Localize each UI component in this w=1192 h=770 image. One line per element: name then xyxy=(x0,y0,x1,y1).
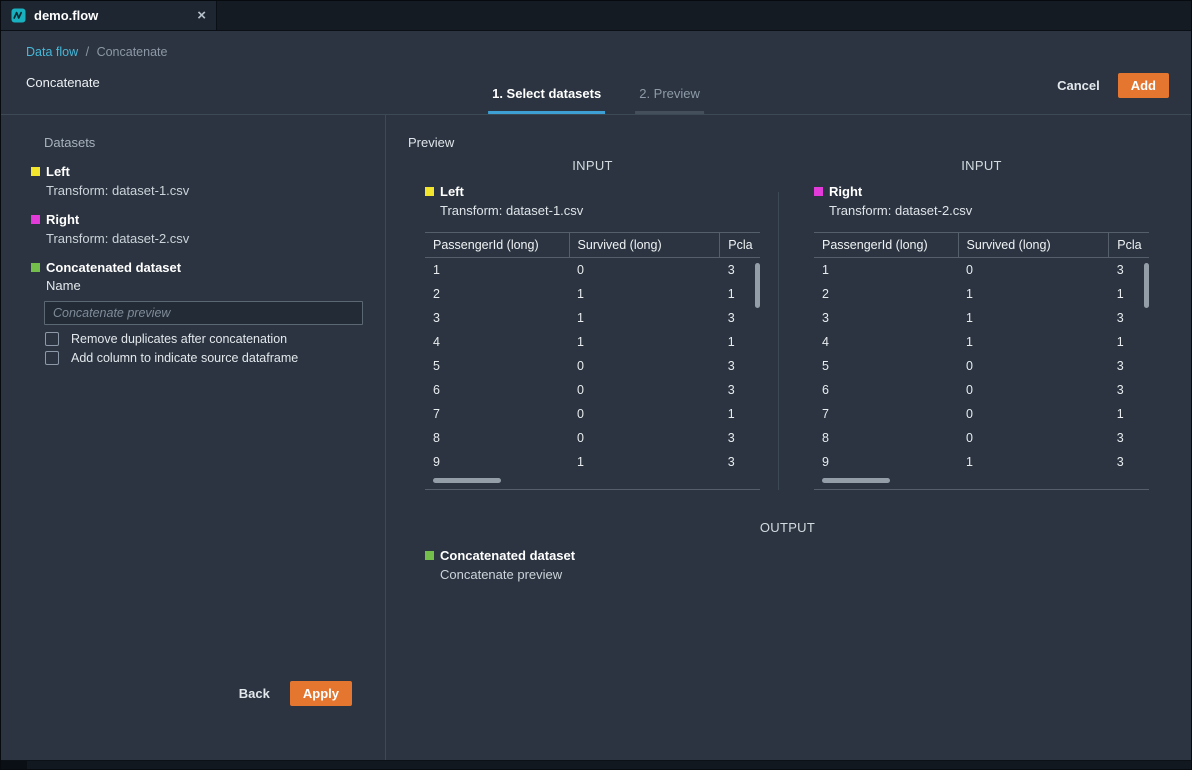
table-row: 9 1 3 xyxy=(814,450,1149,474)
tab-select-datasets[interactable]: 1. Select datasets xyxy=(488,86,605,114)
tab-title: demo.flow xyxy=(34,8,98,23)
breadcrumb: Data flow / Concatenate xyxy=(26,45,167,59)
page-title: Concatenate xyxy=(26,75,100,90)
sidebar-footer: Back Apply xyxy=(239,681,352,706)
output-dataset-swatch xyxy=(31,263,40,272)
left-dataset-detail: Transform: dataset-1.csv xyxy=(46,182,361,199)
table-row: 7 0 1 xyxy=(425,402,760,426)
back-button[interactable]: Back xyxy=(239,686,270,701)
datasets-sidebar: Datasets Left Transform: dataset-1.csv R… xyxy=(1,115,386,760)
table-header-row: PassengerId (long) Survived (long) Pcla xyxy=(425,233,760,258)
cancel-button[interactable]: Cancel xyxy=(1057,78,1100,93)
right-preview-table: PassengerId (long) Survived (long) Pcla … xyxy=(814,232,1149,490)
add-button[interactable]: Add xyxy=(1118,73,1169,98)
table-row: 2 1 1 xyxy=(814,282,1149,306)
vertical-scrollbar[interactable] xyxy=(755,263,760,308)
breadcrumb-separator: / xyxy=(86,45,89,59)
column-header: PassengerId (long) xyxy=(425,233,569,258)
table-row: 4 1 1 xyxy=(425,330,760,354)
remove-duplicates-checkbox[interactable]: Remove duplicates after concatenation xyxy=(45,332,361,346)
column-header: Pcla xyxy=(1109,233,1149,258)
input-section-left: INPUT Left Transform: dataset-1.csv xyxy=(408,158,760,490)
table-row: 4 1 1 xyxy=(814,330,1149,354)
table-row: 8 0 3 xyxy=(425,426,760,450)
output-label: OUTPUT xyxy=(408,520,1167,535)
sidebar-item-right: Right Transform: dataset-2.csv xyxy=(31,211,361,247)
table-row: 1 0 3 xyxy=(814,258,1149,283)
left-dataset-name: Left xyxy=(46,163,70,180)
table-row: 7 0 1 xyxy=(814,402,1149,426)
input-label-right: INPUT xyxy=(814,158,1149,173)
step-tabs: 1. Select datasets 2. Preview xyxy=(488,86,704,114)
header: Data flow / Concatenate Concatenate 1. S… xyxy=(1,31,1191,115)
tab-demo-flow[interactable]: demo.flow × xyxy=(1,1,217,30)
window-tab-bar: demo.flow × xyxy=(1,1,1191,31)
table-header-row: PassengerId (long) Survived (long) Pcla xyxy=(814,233,1149,258)
tab-preview[interactable]: 2. Preview xyxy=(635,86,704,114)
sidebar-item-concatenated: Concatenated dataset Name Remove duplica… xyxy=(31,259,361,365)
output-dataset: Concatenated dataset Concatenate preview xyxy=(425,547,1167,583)
output-dataset-name: Concatenated dataset xyxy=(46,259,181,276)
vertical-scrollbar[interactable] xyxy=(1144,263,1149,308)
table-row: 5 0 3 xyxy=(425,354,760,378)
table-row: 2 1 1 xyxy=(425,282,760,306)
column-header: Survived (long) xyxy=(569,233,720,258)
column-header: Survived (long) xyxy=(958,233,1109,258)
right-dataset-swatch xyxy=(814,187,823,196)
horizontal-scrollbar[interactable] xyxy=(822,478,890,483)
left-table-header: Left Transform: dataset-1.csv xyxy=(425,183,760,219)
data-wrangler-icon xyxy=(11,8,26,23)
add-source-column-checkbox[interactable]: Add column to indicate source dataframe xyxy=(45,351,361,365)
right-dataset-swatch xyxy=(31,215,40,224)
preview-panel: Preview INPUT Left Transform: dataset-1.… xyxy=(386,115,1191,760)
table-row: 5 0 3 xyxy=(814,354,1149,378)
input-label-left: INPUT xyxy=(425,158,760,173)
sidebar-title: Datasets xyxy=(44,135,361,150)
sidebar-item-left: Left Transform: dataset-1.csv xyxy=(31,163,361,199)
input-sections-divider xyxy=(778,192,779,490)
header-actions: Cancel Add xyxy=(1057,73,1169,98)
breadcrumb-current: Concatenate xyxy=(97,45,168,59)
checkbox-icon[interactable] xyxy=(45,351,59,365)
app-window: demo.flow × Data flow / Concatenate Conc… xyxy=(0,0,1192,770)
column-header: Pcla xyxy=(720,233,760,258)
left-preview-table: PassengerId (long) Survived (long) Pcla … xyxy=(425,232,760,490)
table-row: 3 1 3 xyxy=(425,306,760,330)
input-sections: INPUT Left Transform: dataset-1.csv xyxy=(408,158,1167,490)
right-table-header: Right Transform: dataset-2.csv xyxy=(814,183,1149,219)
output-section: OUTPUT Concatenated dataset Concatenate … xyxy=(408,520,1167,583)
status-bar xyxy=(1,760,1191,769)
table-row: 6 0 3 xyxy=(814,378,1149,402)
name-field-label: Name xyxy=(46,277,361,294)
right-dataset-name: Right xyxy=(46,211,79,228)
left-dataset-swatch xyxy=(425,187,434,196)
table-row: 3 1 3 xyxy=(814,306,1149,330)
input-section-right: INPUT Right Transform: dataset-2.csv xyxy=(797,158,1149,490)
right-dataset-detail: Transform: dataset-2.csv xyxy=(46,230,361,247)
dataset-name-input[interactable] xyxy=(44,301,363,325)
preview-title: Preview xyxy=(408,135,1167,150)
checkbox-icon[interactable] xyxy=(45,332,59,346)
content: Datasets Left Transform: dataset-1.csv R… xyxy=(1,115,1191,760)
horizontal-scrollbar[interactable] xyxy=(433,478,501,483)
apply-button[interactable]: Apply xyxy=(290,681,352,706)
table-row: 9 1 3 xyxy=(425,450,760,474)
status-bar-corner xyxy=(1,761,27,769)
column-header: PassengerId (long) xyxy=(814,233,958,258)
table-row: 6 0 3 xyxy=(425,378,760,402)
tab-close-icon[interactable]: × xyxy=(197,8,206,23)
table-row: 8 0 3 xyxy=(814,426,1149,450)
output-dataset-swatch xyxy=(425,551,434,560)
breadcrumb-data-flow-link[interactable]: Data flow xyxy=(26,45,78,59)
left-dataset-swatch xyxy=(31,167,40,176)
table-row: 1 0 3 xyxy=(425,258,760,283)
